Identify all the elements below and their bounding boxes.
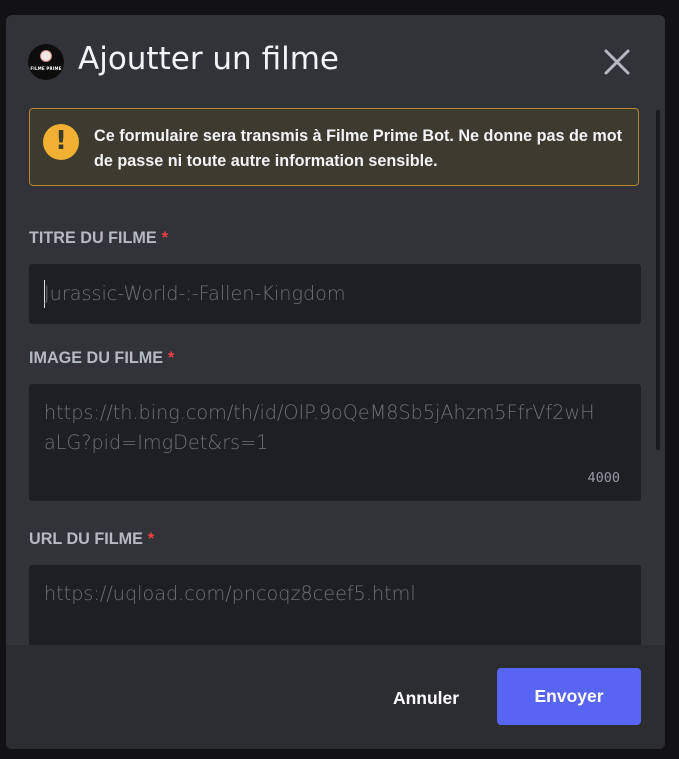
avatar-logo-icon bbox=[40, 50, 52, 62]
cancel-button[interactable]: Annuler bbox=[376, 683, 476, 713]
bot-avatar: FILME PRIME bbox=[28, 44, 64, 80]
title-label-text: TITRE DU FILME bbox=[29, 229, 157, 247]
url-field-label: URL DU FILME * bbox=[29, 530, 154, 549]
required-marker: * bbox=[147, 530, 155, 548]
modal-header: FILME PRIME Ajoutter un filme bbox=[6, 15, 665, 105]
url-input[interactable]: https://uqload.com/pncoqz8ceef5.html 400… bbox=[29, 565, 641, 645]
close-icon bbox=[604, 49, 630, 75]
scrollbar-thumb[interactable] bbox=[656, 110, 660, 450]
title-field-label: TITRE DU FILME * bbox=[29, 229, 168, 248]
form-scroll-area[interactable]: ! Ce formulaire sera transmis à Filme Pr… bbox=[6, 105, 665, 645]
required-marker: * bbox=[161, 229, 169, 247]
image-label-text: IMAGE DU FILME bbox=[29, 349, 163, 367]
image-input-placeholder: https://th.bing.com/th/id/OIP.9oQeM8Sb5j… bbox=[44, 401, 595, 454]
image-input[interactable]: https://th.bing.com/th/id/OIP.9oQeM8Sb5j… bbox=[29, 384, 641, 501]
add-film-modal: FILME PRIME Ajoutter un filme ! Ce formu… bbox=[6, 15, 665, 749]
url-input-placeholder: https://uqload.com/pncoqz8ceef5.html bbox=[44, 582, 416, 605]
avatar-brand-text: FILME PRIME bbox=[30, 66, 62, 71]
close-button[interactable] bbox=[602, 47, 632, 77]
image-char-counter: 4000 bbox=[587, 470, 620, 486]
submit-button[interactable]: Envoyer bbox=[497, 668, 641, 725]
modal-footer: Annuler Envoyer bbox=[6, 645, 665, 749]
warning-bot-name: Filme Prime Bot bbox=[326, 127, 450, 145]
warning-text: Ce formulaire sera transmis à Filme Prim… bbox=[94, 124, 634, 174]
warning-banner: ! Ce formulaire sera transmis à Filme Pr… bbox=[29, 108, 639, 186]
title-input[interactable]: Jurassic-World-:-Fallen-Kingdom bbox=[29, 264, 641, 324]
required-marker: * bbox=[168, 349, 175, 367]
url-label-text: URL DU FILME bbox=[29, 530, 143, 548]
exclamation-icon: ! bbox=[43, 124, 79, 160]
warning-text-before: Ce formulaire sera transmis à bbox=[94, 127, 327, 145]
title-input-placeholder: Jurassic-World-:-Fallen-Kingdom bbox=[44, 282, 346, 305]
modal-title: Ajoutter un filme bbox=[78, 41, 339, 77]
image-field-label: IMAGE DU FILME * bbox=[29, 349, 174, 368]
